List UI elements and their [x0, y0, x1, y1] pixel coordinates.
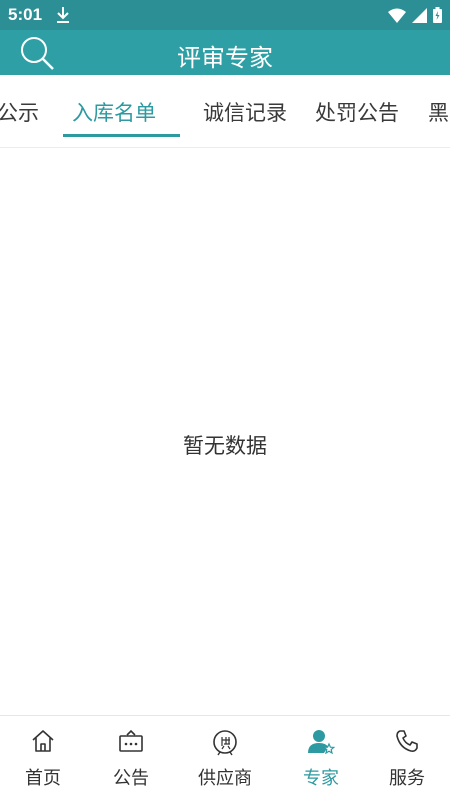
- app-bar: 评审专家: [0, 30, 450, 75]
- nav-label-announcements: 公告: [113, 768, 149, 789]
- tab-penalty-notices[interactable]: 处罚公告: [315, 97, 399, 127]
- expert-icon: [308, 730, 335, 755]
- tab-bar: 公示 入库名单 诚信记录 处罚公告 黑: [0, 75, 450, 148]
- nav-item-experts[interactable]: 专家: [280, 716, 362, 801]
- nav-item-home[interactable]: 首页: [2, 716, 84, 801]
- supplier-icon: [213, 730, 237, 756]
- nav-label-suppliers: 供应商: [198, 768, 252, 789]
- signal-icon: [412, 7, 427, 23]
- status-icons: [388, 7, 442, 23]
- nav-item-services[interactable]: 服务: [366, 716, 448, 801]
- page-title: 评审专家: [177, 44, 273, 72]
- empty-state-text: 暂无数据: [183, 434, 267, 458]
- tab-blacklist[interactable]: 黑: [428, 97, 449, 127]
- battery-icon: [433, 7, 442, 23]
- bottom-nav: 首页 公告 供应商 专家 服务: [0, 715, 450, 801]
- nav-label-services: 服务: [389, 768, 425, 789]
- nav-item-announcements[interactable]: 公告: [90, 716, 172, 801]
- nav-label-home: 首页: [25, 768, 61, 789]
- tab-publicity[interactable]: 公示: [0, 97, 39, 127]
- announcement-icon: [119, 729, 143, 752]
- wifi-icon: [388, 8, 406, 23]
- download-icon: [56, 6, 70, 28]
- tab-registered-list[interactable]: 入库名单: [72, 97, 156, 127]
- active-tab-indicator: [63, 134, 180, 137]
- nav-item-suppliers[interactable]: 供应商: [182, 716, 268, 801]
- tab-credit-records[interactable]: 诚信记录: [203, 97, 287, 127]
- phone-icon: [396, 730, 418, 752]
- home-icon: [32, 730, 54, 752]
- status-time: 5:01: [8, 5, 43, 24]
- nav-label-experts: 专家: [303, 768, 339, 789]
- status-bar: 5:01: [0, 0, 450, 30]
